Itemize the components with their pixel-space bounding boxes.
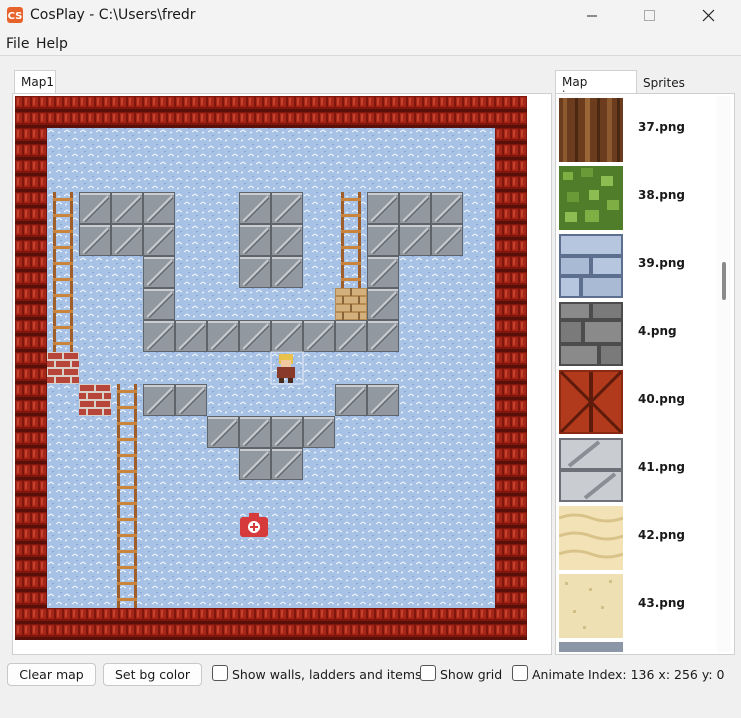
image-name: 40.png	[638, 392, 685, 406]
tab-map-images[interactable]: Map images	[555, 70, 637, 103]
list-item[interactable]: 38.png	[557, 164, 717, 232]
image-list-scrollbar[interactable]	[717, 96, 731, 652]
wood-tile-icon	[559, 98, 623, 162]
tab-sprites[interactable]: Sprites	[637, 74, 697, 94]
tab-map1[interactable]: Map1	[14, 70, 56, 94]
list-item[interactable]: 4.png	[557, 300, 717, 368]
menu-help[interactable]: Help	[36, 36, 68, 52]
menu-file[interactable]: File	[6, 36, 29, 52]
image-name: 38.png	[638, 188, 685, 202]
svg-text:CS: CS	[8, 11, 23, 22]
crate-block	[335, 288, 367, 320]
stone-block	[239, 448, 303, 480]
stone-block	[143, 384, 207, 416]
app-icon: CS	[7, 7, 23, 23]
list-item[interactable]: 42.png	[557, 504, 717, 572]
list-item[interactable]: 41.png	[557, 436, 717, 504]
window-title: CosPlay - C:\Users\fredr	[30, 7, 196, 23]
stone-block	[335, 384, 399, 416]
stone-block	[207, 416, 335, 448]
blue-stone-tile-icon	[559, 234, 623, 298]
image-name: 39.png	[638, 256, 685, 270]
map-canvas[interactable]	[15, 96, 527, 640]
brick-block	[47, 352, 79, 384]
list-item[interactable]: 43.png	[557, 572, 717, 640]
clear-map-button[interactable]: Clear map	[7, 663, 96, 686]
show-grid-label: Show grid	[440, 667, 503, 682]
stone-block	[79, 192, 175, 256]
image-list: 37.png 38.png 39.png 4.png 40.png 41.png…	[557, 96, 717, 652]
stone-block	[239, 192, 303, 288]
partial-tile-icon	[559, 642, 623, 652]
minimize-icon[interactable]	[569, 0, 615, 32]
image-name: 41.png	[638, 460, 685, 474]
list-item[interactable]	[557, 640, 717, 652]
image-name: 43.png	[638, 596, 685, 610]
animate-checkbox[interactable]	[512, 665, 528, 681]
scrollbar-thumb[interactable]	[722, 262, 726, 300]
red-brick-tile-icon	[559, 370, 623, 434]
image-name: 42.png	[638, 528, 685, 542]
light-sand-tile-icon	[559, 574, 623, 638]
close-icon[interactable]	[686, 0, 732, 32]
ladder	[335, 192, 367, 288]
stone-block	[143, 256, 175, 320]
stone-block	[143, 320, 399, 352]
list-item[interactable]: 40.png	[557, 368, 717, 436]
set-bg-color-button[interactable]: Set bg color	[103, 663, 202, 686]
image-name: 4.png	[638, 324, 677, 338]
brick-block	[79, 384, 111, 416]
show-grid-checkbox[interactable]	[420, 665, 436, 681]
metal-plate-tile-icon	[559, 438, 623, 502]
sand-tile-icon	[559, 506, 623, 570]
status-readout: Index: 136 x: 256 y: 0	[588, 667, 725, 682]
ladder	[111, 384, 143, 608]
gray-stone-tile-icon	[559, 302, 623, 366]
grass-tile-icon	[559, 166, 623, 230]
show-walls-label: Show walls, ladders and items	[232, 667, 422, 682]
list-item[interactable]: 39.png	[557, 232, 717, 300]
animate-label: Animate	[532, 667, 585, 682]
stone-block	[367, 192, 463, 256]
stone-block	[367, 256, 399, 320]
title-bar: CS CosPlay - C:\Users\fredr	[0, 0, 741, 32]
show-walls-checkbox[interactable]	[212, 665, 228, 681]
menu-bar: File Help	[0, 32, 741, 56]
maximize-icon[interactable]	[626, 0, 672, 32]
list-item[interactable]: 37.png	[557, 96, 717, 164]
ladder	[47, 192, 79, 352]
image-name: 37.png	[638, 120, 685, 134]
